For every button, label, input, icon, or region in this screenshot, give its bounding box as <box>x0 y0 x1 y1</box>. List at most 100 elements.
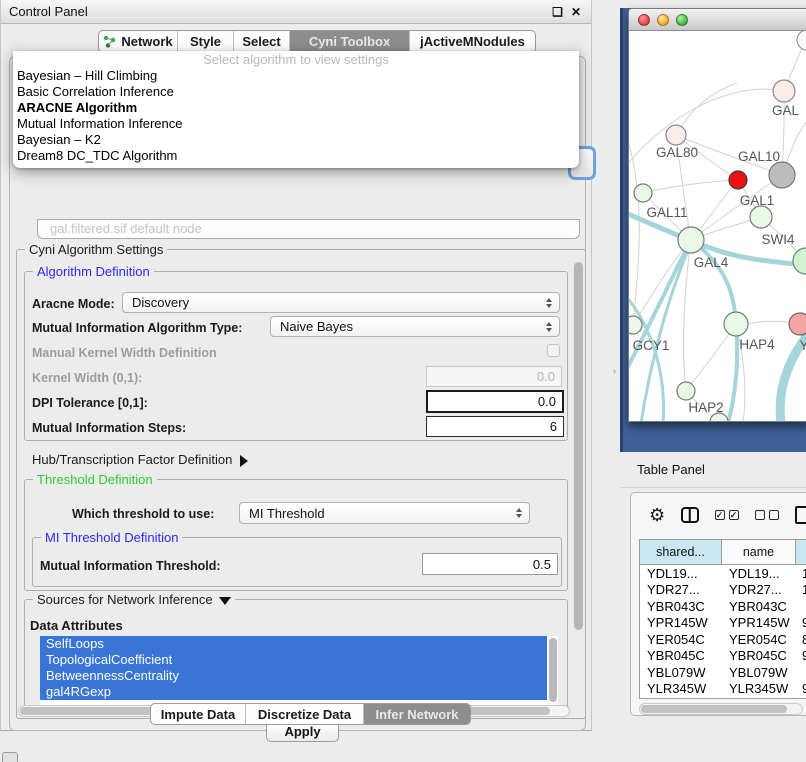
algorithm-option[interactable]: ARACNE Algorithm <box>13 100 579 116</box>
bottom-tab-label: Infer Network <box>375 707 458 722</box>
network-canvas[interactable]: GALGAL80GAL10GAL1GAL11GAL4SWI4GCY1HAP4YH… <box>629 31 806 422</box>
aracne-mode-value: Discovery <box>132 295 189 310</box>
column-header[interactable]: name <box>722 540 796 564</box>
network-selector-combo[interactable]: gal.filtered.sif default node <box>37 219 580 239</box>
document-icon[interactable] <box>795 506 806 524</box>
manual-kernel-width-checkbox[interactable] <box>547 344 560 357</box>
mi-algorithm-type-label: Mutual Information Algorithm Type: <box>32 321 242 335</box>
table-row[interactable]: YDR27...YDR27...12 <box>640 582 806 599</box>
columns-icon[interactable] <box>681 507 698 523</box>
table-row[interactable]: YPR145WYPR145W9. <box>640 615 806 632</box>
table-row[interactable]: YIL052CYIL052C9 <box>640 697 806 699</box>
sources-legend[interactable]: Sources for Network Inference <box>33 592 235 607</box>
table-row[interactable]: YER054CYER054C8. <box>640 631 806 648</box>
spinner-arrows-icon <box>546 293 552 312</box>
tab-style[interactable]: Style <box>178 31 234 52</box>
network-node[interactable] <box>797 31 806 50</box>
mi-steps-label: Mutual Information Steps: <box>32 421 186 435</box>
cyni-settings-legend: Cyni Algorithm Settings <box>25 242 167 257</box>
network-node-swi4[interactable] <box>793 248 806 274</box>
attributes-list-scrollbar[interactable] <box>547 637 558 706</box>
zoom-traffic-light-icon[interactable] <box>676 14 688 26</box>
close-traffic-light-icon[interactable] <box>638 14 650 26</box>
settings-vertical-scrollbar[interactable] <box>572 254 584 714</box>
table-cell: YDR27... <box>640 582 722 599</box>
table-row[interactable]: YLR345WYLR345W9. <box>640 681 806 698</box>
algorithm-definition-legend: Algorithm Definition <box>33 264 154 279</box>
algorithm-option[interactable]: Basic Correlation Inference <box>13 84 579 100</box>
network-node-gal80[interactable] <box>666 125 686 145</box>
network-node-gal1[interactable] <box>750 206 772 228</box>
network-icon <box>103 35 116 48</box>
table-row[interactable]: YBL079WYBL079W <box>640 664 806 681</box>
network-node-label: GAL <box>772 103 800 118</box>
network-node-label: GAL4 <box>694 255 729 270</box>
network-node-gcy1[interactable] <box>629 316 642 334</box>
kernel-width-field[interactable]: 0.0 <box>426 366 562 387</box>
bottom-tab-infer-network[interactable]: Infer Network <box>364 704 470 724</box>
attribute-list-item[interactable]: gal4RGexp <box>40 684 547 700</box>
attribute-list-item[interactable]: SelfLoops <box>40 636 547 652</box>
tab-jactivemnodules[interactable]: jActiveMNodules <box>410 31 535 52</box>
data-attributes-list[interactable]: SelfLoopsTopologicalCoefficientBetweenne… <box>40 636 558 707</box>
table-horizontal-scrollbar[interactable] <box>639 703 803 715</box>
network-node-gal10[interactable] <box>769 162 795 188</box>
bottom-tab-impute-data[interactable]: Impute Data <box>151 704 246 724</box>
gear-icon[interactable]: ⚙ <box>649 506 665 524</box>
attribute-list-item[interactable]: BetweennessCentrality <box>40 668 547 684</box>
close-window-icon[interactable]: ✕ <box>571 6 581 18</box>
network-node-y[interactable] <box>789 313 806 335</box>
column-header[interactable] <box>796 540 806 564</box>
mi-threshold-field[interactable]: 0.5 <box>422 553 558 575</box>
mi-algorithm-type-combo[interactable]: Naive Bayes <box>270 316 560 337</box>
tab-select[interactable]: Select <box>234 31 290 52</box>
spinner-arrows-icon <box>516 503 522 523</box>
table-panel-titlebar[interactable]: Table Panel <box>620 452 806 488</box>
manual-kernel-width-label: Manual Kernel Width Definition <box>32 346 217 360</box>
tab-network[interactable]: Network <box>99 31 178 52</box>
network-window-titlebar[interactable] <box>629 9 806 31</box>
table-cell <box>796 664 806 681</box>
table-toolbar: ⚙ ✓✓ <box>631 493 806 537</box>
table-row[interactable]: YBR045CYBR045C9. <box>640 648 806 665</box>
network-node-hap2[interactable] <box>677 382 695 400</box>
network-node-gal11[interactable] <box>634 184 652 202</box>
node-attribute-table[interactable]: shared...name YDL19...YDL19...13YDR27...… <box>639 539 806 699</box>
sources-legend-text: Sources for Network Inference <box>37 592 213 607</box>
minimize-traffic-light-icon[interactable] <box>657 14 669 26</box>
network-node-gal4[interactable] <box>678 227 704 253</box>
network-node-gal[interactable] <box>773 80 795 102</box>
hub-definition-toggle[interactable]: Hub/Transcription Factor Definition <box>32 452 248 467</box>
table-cell: YLR345W <box>640 681 722 698</box>
checked-boxes-icon[interactable]: ✓✓ <box>715 510 739 520</box>
network-edge <box>676 83 737 135</box>
table-row[interactable]: YBR043CYBR043C <box>640 598 806 615</box>
aracne-mode-combo[interactable]: Discovery <box>122 292 560 313</box>
minimized-panel-button[interactable] <box>2 752 18 762</box>
network-node[interactable] <box>729 171 747 189</box>
algorithm-option[interactable]: Dream8 DC_TDC Algorithm <box>13 148 579 164</box>
table-panel-title: Table Panel <box>637 462 705 477</box>
table-cell: 9. <box>796 615 806 632</box>
column-header[interactable]: shared... <box>640 540 722 564</box>
mi-steps-field[interactable]: 6 <box>426 416 564 437</box>
algorithm-option[interactable]: Mutual Information Inference <box>13 116 579 132</box>
network-node-hap4[interactable] <box>724 312 748 336</box>
panel-collapse-handle-icon[interactable]: › <box>613 366 616 376</box>
table-cell: YIL052C <box>722 697 796 699</box>
bottom-tab-discretize-data[interactable]: Discretize Data <box>246 704 364 724</box>
float-window-icon[interactable]: ❑ <box>552 6 563 18</box>
table-cell: YLR345W <box>722 681 796 698</box>
tab-cyni-toolbox[interactable]: Cyni Toolbox <box>290 31 410 52</box>
table-row[interactable]: YDL19...YDL19...13 <box>640 565 806 582</box>
which-threshold-combo[interactable]: MI Threshold <box>239 502 530 524</box>
mi-threshold-label: Mutual Information Threshold: <box>40 559 221 573</box>
attribute-list-item[interactable]: TopologicalCoefficient <box>40 652 547 668</box>
algorithm-option[interactable]: Bayesian – K2 <box>13 132 579 148</box>
expanded-arrow-icon <box>219 597 231 605</box>
unchecked-boxes-icon[interactable] <box>755 510 779 520</box>
table-cell: 12 <box>796 582 806 599</box>
algorithm-option[interactable]: Bayesian – Hill Climbing <box>13 68 579 84</box>
dpi-tolerance-field[interactable]: 0.0 <box>426 390 564 413</box>
control-panel-titlebar[interactable]: Control Panel ❑ ✕ <box>1 0 591 24</box>
